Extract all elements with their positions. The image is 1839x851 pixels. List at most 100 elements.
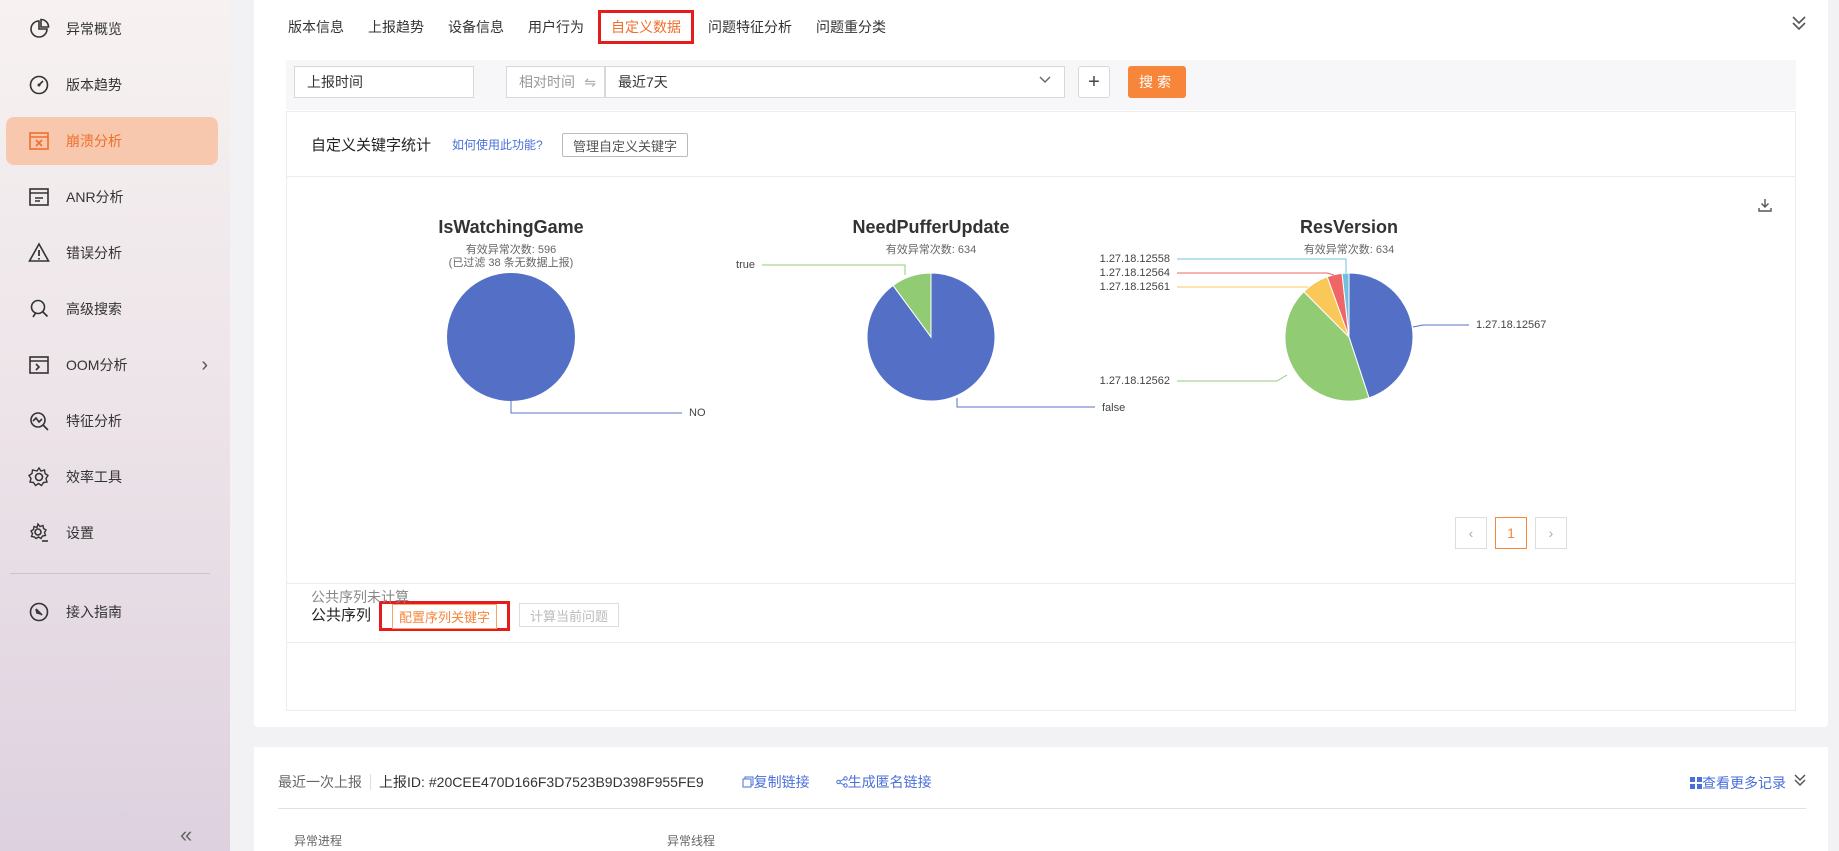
anonymous-link-button[interactable]: 生成匿名链接: [835, 772, 932, 792]
relative-time-toggle[interactable]: 相对时间 ⇋: [506, 66, 605, 98]
sidebar: 异常概览 版本趋势 崩溃分析 ANR分析 错误分析 高级搜索 OOM分析 › 特…: [0, 0, 230, 851]
pie-label: false: [1102, 402, 1125, 414]
divider-line: [278, 808, 1806, 809]
pie-label-line: [956, 398, 1095, 408]
last-report-panel: 最近一次上报 上报ID: #20CEE470D166F3D7523B9D398F…: [254, 747, 1828, 851]
sidebar-item-guide[interactable]: 接入指南: [6, 588, 218, 636]
pie-label-line: [1177, 272, 1335, 276]
tab-issue-reclassify[interactable]: 问题重分类: [806, 11, 896, 43]
sidebar-item-label: 高级搜索: [66, 301, 122, 317]
sidebar-item-label: ANR分析: [66, 189, 124, 205]
custom-keyword-header: 自定义关键字统计 如何使用此功能? 管理自定义关键字: [287, 112, 1795, 177]
anonymous-link-label: 生成匿名链接: [847, 774, 932, 790]
pie-label-line: [1177, 258, 1347, 273]
manage-keywords-button[interactable]: 管理自定义关键字: [562, 133, 689, 157]
sidebar-item-feature-analysis[interactable]: 特征分析: [6, 397, 218, 445]
view-more-records-link[interactable]: 查看更多记录: [1690, 772, 1808, 793]
pie-label-line: [1412, 324, 1469, 328]
last-report-label: 最近一次上报: [278, 774, 362, 790]
pie-label: 1.27.18.12567: [1476, 319, 1546, 331]
sidebar-item-overview[interactable]: 异常概览: [6, 5, 218, 53]
sidebar-item-label: 异常概览: [66, 21, 122, 37]
search-icon: [28, 298, 50, 320]
config-sequence-label: 配置序列关键字: [392, 603, 498, 629]
tab-device-info[interactable]: 设备信息: [438, 11, 514, 43]
swap-icon: ⇋: [584, 73, 596, 90]
sidebar-item-label: 接入指南: [66, 604, 122, 620]
sidebar-divider: [10, 573, 210, 574]
pie-label-line: [762, 264, 906, 275]
divider: [370, 774, 371, 790]
grid-icon: [1690, 776, 1702, 789]
share-icon: [835, 776, 848, 788]
report-id-value: #20CEE470D166F3D7523B9D398F955FE9: [428, 774, 704, 790]
time-range-select[interactable]: 最近7天: [605, 66, 1065, 98]
sidebar-item-tools[interactable]: 效率工具: [6, 453, 218, 501]
time-field-select[interactable]: 上报时间: [294, 66, 474, 98]
sidebar-item-crash-analysis[interactable]: 崩溃分析: [6, 117, 218, 165]
search-button[interactable]: 搜索: [1128, 66, 1186, 98]
collapse-sidebar-icon[interactable]: «: [180, 822, 192, 848]
public-sequence-header: 公共序列 配置序列关键字 计算当前问题: [287, 583, 1795, 643]
pie-label: 1.27.18.12558: [1100, 253, 1170, 265]
main-panel: 版本信息 上报趋势 设备信息 用户行为 自定义数据 问题特征分析 问题重分类 上…: [254, 0, 1828, 727]
tab-version-info[interactable]: 版本信息: [278, 11, 354, 43]
tab-report-trend[interactable]: 上报趋势: [358, 11, 434, 43]
double-chevron-down-icon[interactable]: [1790, 14, 1808, 37]
page-1-button[interactable]: 1: [1495, 517, 1527, 549]
sidebar-item-version-trend[interactable]: 版本趋势: [6, 61, 218, 109]
double-chevron-down-icon[interactable]: [1792, 772, 1808, 793]
pie-label: NO: [689, 407, 706, 419]
compass-icon: [28, 601, 50, 623]
pie-label: 1.27.18.12562: [1100, 375, 1170, 387]
sidebar-item-error[interactable]: 错误分析: [6, 229, 218, 277]
settings-icon: [28, 522, 50, 544]
pie-label-line: [510, 399, 682, 414]
sidebar-item-advanced-search[interactable]: 高级搜索: [6, 285, 218, 333]
tab-bar: 版本信息 上报趋势 设备信息 用户行为 自定义数据 问题特征分析 问题重分类: [278, 10, 900, 44]
gauge-icon: [28, 74, 50, 96]
chevron-right-icon: ›: [201, 354, 208, 376]
last-report-row: 最近一次上报 上报ID: #20CEE470D166F3D7523B9D398F…: [278, 772, 932, 792]
filter-bar: 上报时间 相对时间 ⇋ 最近7天 + 搜索: [286, 60, 1796, 110]
add-filter-button[interactable]: +: [1078, 66, 1110, 98]
gear-icon: [28, 466, 50, 488]
help-link[interactable]: 如何使用此功能?: [452, 136, 543, 153]
sidebar-item-anr[interactable]: ANR分析: [6, 173, 218, 221]
copy-link-button[interactable]: 复制链接: [742, 772, 810, 792]
sequence-empty-text: 公共序列未计算: [311, 589, 409, 605]
pie-label: 1.27.18.12564: [1100, 267, 1170, 279]
pie-slice[interactable]: [447, 273, 575, 401]
report-id-label: 上报ID:: [379, 774, 425, 790]
sidebar-item-settings[interactable]: 设置: [6, 509, 218, 557]
calc-current-issue-button[interactable]: 计算当前问题: [519, 603, 620, 627]
next-page-button[interactable]: ›: [1535, 517, 1567, 549]
sidebar-item-label: 崩溃分析: [66, 133, 122, 149]
chart-area: IsWatchingGame 有效异常次数: 596 (已过滤 38 条无数据上…: [287, 177, 1795, 583]
sidebar-item-oom[interactable]: OOM分析 ›: [6, 341, 218, 389]
custom-keyword-section: 自定义关键字统计 如何使用此功能? 管理自定义关键字 IsWatchingGam…: [286, 111, 1796, 711]
pie-charts: NO false true 1.27.18.12567 1.27.18.12562 1.2…: [447, 253, 1546, 419]
prev-page-button[interactable]: ‹: [1455, 517, 1487, 549]
crash-window-icon: [28, 130, 50, 152]
sidebar-item-label: 设置: [66, 525, 94, 541]
copy-icon: [742, 776, 754, 788]
pagination: ‹ 1 ›: [1447, 517, 1567, 549]
tab-user-behavior[interactable]: 用户行为: [518, 11, 594, 43]
pie-label: 1.27.18.12561: [1100, 281, 1170, 293]
tab-issue-feature-analysis[interactable]: 问题特征分析: [698, 11, 802, 43]
relative-time-label: 相对时间: [519, 74, 575, 90]
oom-window-icon: [28, 354, 50, 376]
feature-search-icon: [28, 410, 50, 432]
section-title: 自定义关键字统计: [311, 137, 432, 154]
time-range-value: 最近7天: [618, 74, 668, 90]
sidebar-item-label: OOM分析: [66, 357, 128, 373]
chevron-down-icon: [1038, 72, 1052, 89]
sidebar-item-label: 版本趋势: [66, 77, 122, 93]
column-process-header: 异常进程: [294, 834, 343, 848]
column-thread-header: 异常线程: [667, 834, 716, 848]
anr-window-icon: [28, 186, 50, 208]
sidebar-item-label: 特征分析: [66, 413, 122, 429]
tab-custom-data[interactable]: 自定义数据: [598, 10, 694, 44]
view-more-label: 查看更多记录: [1702, 774, 1786, 791]
